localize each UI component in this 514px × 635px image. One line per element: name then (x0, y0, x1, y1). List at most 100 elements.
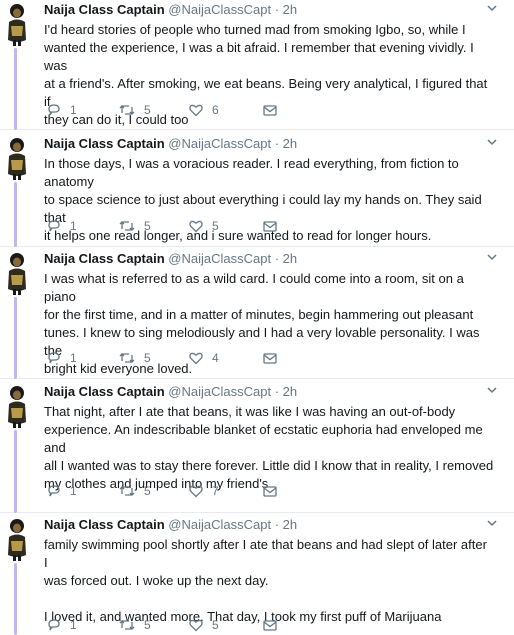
timestamp[interactable]: 2h (283, 251, 297, 266)
tweet-actions: 1 5 7 (44, 482, 284, 500)
thread-connector (14, 430, 17, 513)
tweet-thread: Naija Class Captain @NaijaClassCapt · 2h… (0, 0, 514, 635)
display-name[interactable]: Naija Class Captain (44, 384, 165, 399)
tweet-actions: 1 5 4 (44, 349, 284, 367)
envelope-icon (263, 620, 277, 631)
like-button[interactable]: 5 (188, 217, 219, 235)
direct-message-button[interactable] (262, 217, 278, 235)
retweet-count: 5 (144, 618, 151, 632)
avatar[interactable] (5, 136, 29, 180)
retweet-button[interactable]: 5 (118, 482, 151, 500)
user-handle[interactable]: @NaijaClassCapt (168, 136, 271, 151)
retweet-button[interactable]: 5 (118, 101, 151, 119)
reply-button[interactable]: 1 (46, 349, 77, 367)
retweet-count: 5 (144, 351, 151, 365)
like-count: 4 (212, 351, 219, 365)
reply-count: 1 (70, 484, 77, 498)
separator-dot: · (274, 384, 280, 399)
envelope-icon (263, 486, 277, 497)
tweet[interactable]: Naija Class Captain @NaijaClassCapt · 2h… (0, 382, 514, 513)
tweet[interactable]: Naija Class Captain @NaijaClassCapt · 2h… (0, 0, 514, 130)
retweet-count: 5 (144, 219, 151, 233)
avatar[interactable] (5, 384, 29, 428)
reply-count: 1 (70, 103, 77, 117)
reply-count: 1 (70, 618, 77, 632)
thread-connector (14, 563, 17, 635)
thread-connector (14, 182, 17, 247)
tweet-actions: 1 5 5 (44, 616, 284, 634)
like-button[interactable]: 6 (188, 101, 219, 119)
retweet-button[interactable]: 5 (118, 616, 151, 634)
user-handle[interactable]: @NaijaClassCapt (168, 251, 271, 266)
display-name[interactable]: Naija Class Captain (44, 251, 165, 266)
timestamp[interactable]: 2h (283, 517, 297, 532)
user-handle[interactable]: @NaijaClassCapt (168, 2, 271, 17)
heart-icon (189, 619, 203, 632)
chevron-down-icon[interactable] (486, 384, 498, 396)
reply-button[interactable]: 1 (46, 101, 77, 119)
tweet[interactable]: Naija Class Captain @NaijaClassCapt · 2h… (0, 134, 514, 247)
retweet-icon (119, 105, 135, 115)
user-handle[interactable]: @NaijaClassCapt (168, 384, 271, 399)
envelope-icon (263, 105, 277, 116)
heart-icon (189, 485, 203, 498)
like-count: 5 (212, 219, 219, 233)
retweet-count: 5 (144, 103, 151, 117)
reply-icon (48, 220, 60, 232)
tweet-header: Naija Class Captain @NaijaClassCapt · 2h (44, 383, 494, 401)
direct-message-button[interactable] (262, 349, 278, 367)
retweet-button[interactable]: 5 (118, 349, 151, 367)
display-name[interactable]: Naija Class Captain (44, 517, 165, 532)
reply-button[interactable]: 1 (46, 482, 77, 500)
tweet-text: family swimming pool shortly after I ate… (44, 537, 487, 624)
timestamp[interactable]: 2h (283, 136, 297, 151)
timestamp[interactable]: 2h (283, 2, 297, 17)
like-button[interactable]: 7 (188, 482, 219, 500)
like-button[interactable]: 5 (188, 616, 219, 634)
reply-count: 1 (70, 351, 77, 365)
display-name[interactable]: Naija Class Captain (44, 136, 165, 151)
chevron-down-icon[interactable] (486, 517, 498, 529)
avatar[interactable] (5, 251, 29, 295)
reply-count: 1 (70, 219, 77, 233)
tweet-text: That night, after I ate that beans, it w… (44, 404, 494, 491)
like-count: 6 (212, 103, 219, 117)
tweet-header: Naija Class Captain @NaijaClassCapt · 2h (44, 1, 494, 19)
heart-icon (189, 352, 203, 365)
like-button[interactable]: 4 (188, 349, 219, 367)
reply-button[interactable]: 1 (46, 616, 77, 634)
envelope-icon (263, 221, 277, 232)
avatar[interactable] (5, 2, 29, 46)
separator-dot: · (274, 136, 280, 151)
avatar[interactable] (5, 517, 29, 561)
like-count: 5 (212, 618, 219, 632)
direct-message-button[interactable] (262, 616, 278, 634)
display-name[interactable]: Naija Class Captain (44, 2, 165, 17)
direct-message-button[interactable] (262, 101, 278, 119)
heart-icon (189, 220, 203, 233)
tweet-actions: 1 5 6 (44, 101, 284, 119)
like-count: 7 (212, 484, 219, 498)
reply-button[interactable]: 1 (46, 217, 77, 235)
thread-connector (14, 48, 17, 130)
retweet-icon (119, 620, 135, 630)
user-handle[interactable]: @NaijaClassCapt (168, 517, 271, 532)
envelope-icon (263, 353, 277, 364)
chevron-down-icon[interactable] (486, 251, 498, 263)
reply-icon (48, 352, 60, 364)
retweet-icon (119, 353, 135, 363)
chevron-down-icon[interactable] (486, 136, 498, 148)
tweet-actions: 1 5 5 (44, 217, 284, 235)
thread-connector (14, 297, 17, 379)
timestamp[interactable]: 2h (283, 384, 297, 399)
separator-dot: · (274, 251, 280, 266)
reply-icon (48, 485, 60, 497)
retweet-button[interactable]: 5 (118, 217, 151, 235)
tweet[interactable]: Naija Class Captain @NaijaClassCapt · 2h… (0, 515, 514, 635)
separator-dot: · (274, 2, 280, 17)
tweet-header: Naija Class Captain @NaijaClassCapt · 2h (44, 250, 494, 268)
retweet-count: 5 (144, 484, 151, 498)
tweet[interactable]: Naija Class Captain @NaijaClassCapt · 2h… (0, 249, 514, 379)
direct-message-button[interactable] (262, 482, 278, 500)
chevron-down-icon[interactable] (486, 2, 498, 14)
